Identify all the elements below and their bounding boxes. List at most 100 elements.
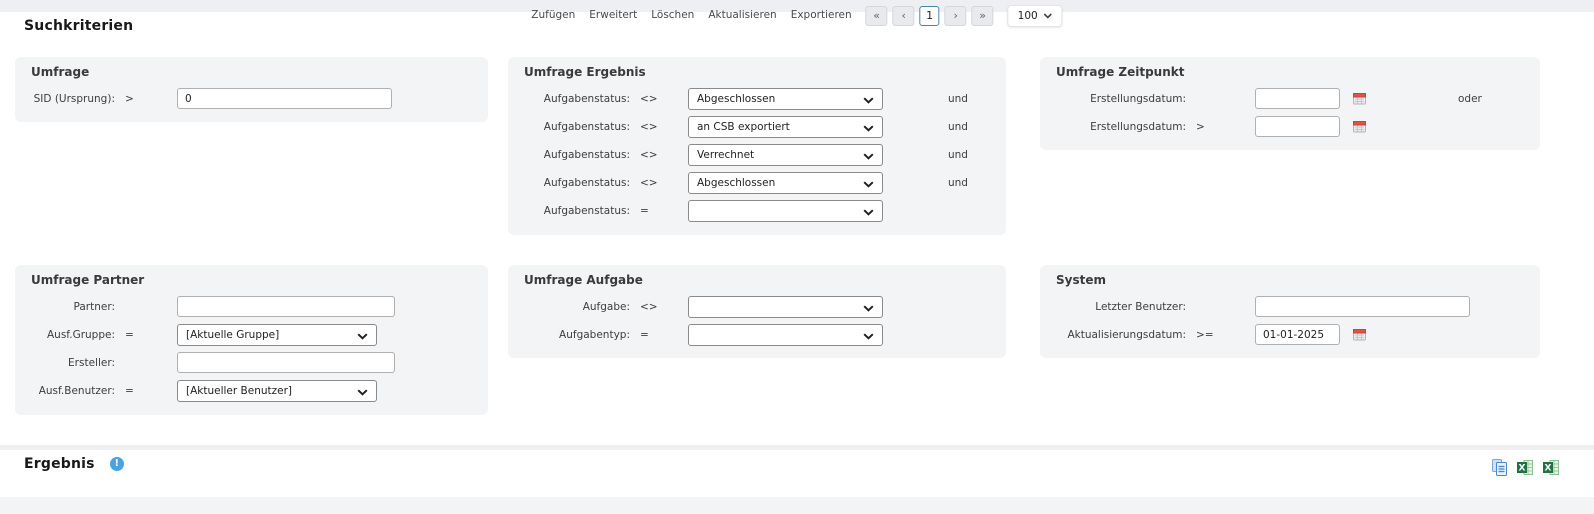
aufgabenstatus-select-2[interactable]: an CSB exportiert (688, 116, 883, 138)
filter-row: Erstellungsdatum: oder (1056, 88, 1524, 109)
panel-umfrage: Umfrage SID (Ursprung): > (15, 57, 488, 122)
svg-text:X: X (1545, 464, 1552, 474)
pager-toolbar-item[interactable]: Zufügen (531, 9, 575, 21)
chevron-down-icon (863, 153, 874, 160)
search-section-title: Suchkriterien (24, 18, 133, 34)
page-size-value: 100 (1018, 10, 1038, 22)
selected-value: Abgeschlossen (697, 177, 775, 189)
conjunction-label: und (948, 93, 968, 105)
pager-buttons: « ‹ 1 › » (866, 5, 994, 26)
filter-row: Aufgabenstatus: <> Abgeschlossen und (524, 172, 990, 193)
pager-toolbar-item[interactable]: Aktualisieren (708, 9, 776, 21)
excel-export-icon[interactable]: X (1517, 460, 1533, 475)
aufgabenstatus-label: Aufgabenstatus: (524, 121, 630, 133)
panel-umfrage-partner: Umfrage Partner Partner: Ausf.Gruppe: = … (15, 265, 488, 415)
result-actions: X X (1492, 459, 1559, 476)
page-size-select[interactable]: 100 (1008, 5, 1063, 27)
conjunction-label: und (948, 121, 968, 133)
aufgabenstatus-label: Aufgabenstatus: (524, 177, 630, 189)
next-page-button[interactable]: › (945, 6, 967, 26)
partner-input[interactable] (177, 296, 395, 317)
filter-row: Aufgabenstatus: <> an CSB exportiert und (524, 116, 990, 137)
info-icon[interactable]: ! (110, 457, 124, 471)
filter-row: Aufgabentyp: = (524, 324, 990, 345)
result-footer-band (0, 497, 1594, 514)
pager-toolbar-item[interactable]: Löschen (651, 9, 694, 21)
filter-row: Aufgabe: <> (524, 296, 990, 317)
ausf-gruppe-label: Ausf.Gruppe: (31, 329, 115, 341)
aufgabenstatus-select-4[interactable]: Abgeschlossen (688, 172, 883, 194)
filter-row: Erstellungsdatum: > (1056, 116, 1524, 137)
filter-row: Letzter Benutzer: (1056, 296, 1524, 317)
pager-toolbar-item[interactable]: Exportieren (791, 9, 852, 21)
current-page-input[interactable]: 1 (920, 6, 940, 26)
erstellungsdatum-label: Erstellungsdatum: (1056, 121, 1186, 133)
ausf-benutzer-select[interactable]: [Aktueller Benutzer] (177, 380, 377, 402)
selected-value: Abgeschlossen (697, 93, 775, 105)
panel-umfrage-partner-title: Umfrage Partner (31, 273, 472, 287)
last-page-button[interactable]: » (972, 6, 994, 26)
letzter-benutzer-label: Letzter Benutzer: (1056, 301, 1186, 313)
result-card (0, 450, 1594, 497)
aufgabenstatus-select-5[interactable] (688, 200, 883, 222)
aufgabenstatus-operator: <> (630, 177, 688, 189)
chevron-down-icon (863, 209, 874, 216)
panel-system-title: System (1056, 273, 1524, 287)
result-section-title: Ergebnis (24, 456, 95, 472)
chevron-down-icon (1044, 13, 1053, 19)
conjunction-label: oder (1458, 93, 1482, 105)
aktualisierungsdatum-operator: >= (1186, 329, 1255, 341)
erstellungsdatum-operator: > (1186, 121, 1255, 133)
sid-ursprung-label: SID (Ursprung): (31, 93, 115, 105)
calendar-icon[interactable] (1353, 92, 1366, 105)
filter-row: Aufgabenstatus: <> Verrechnet und (524, 144, 990, 165)
aufgabentyp-label: Aufgabentyp: (524, 329, 630, 341)
panel-umfrage-aufgabe: Umfrage Aufgabe Aufgabe: <> Aufgabentyp:… (508, 265, 1006, 358)
chevron-down-icon (863, 125, 874, 132)
chevron-down-icon (863, 181, 874, 188)
panel-umfrage-zeitpunkt: Umfrage Zeitpunkt Erstellungsdatum: oder… (1040, 57, 1540, 150)
calendar-icon[interactable] (1353, 120, 1366, 133)
filter-row: Ersteller: (31, 352, 472, 373)
sid-ursprung-operator: > (115, 93, 177, 105)
pager-toolbar-item[interactable]: Erweitert (589, 9, 637, 21)
ersteller-label: Ersteller: (31, 357, 115, 369)
aufgabenstatus-select-1[interactable]: Abgeschlossen (688, 88, 883, 110)
aktualisierungsdatum-input[interactable] (1255, 324, 1340, 345)
partner-label: Partner: (31, 301, 115, 313)
filter-row: SID (Ursprung): > (31, 88, 472, 109)
selected-value: Verrechnet (697, 149, 754, 161)
aufgabentyp-operator: = (630, 329, 688, 341)
app-screen: Suchkriterien Umfrage SID (Ursprung): > … (0, 0, 1594, 514)
panel-umfrage-zeitpunkt-title: Umfrage Zeitpunkt (1056, 65, 1524, 79)
aufgabenstatus-select-3[interactable]: Verrechnet (688, 144, 883, 166)
panel-umfrage-ergebnis-title: Umfrage Ergebnis (524, 65, 990, 79)
filter-row: Aufgabenstatus: <> Abgeschlossen und (524, 88, 990, 109)
ersteller-input[interactable] (177, 352, 395, 373)
aktualisierungsdatum-label: Aktualisierungsdatum: (1056, 329, 1186, 341)
ausf-benutzer-label: Ausf.Benutzer: (31, 385, 115, 397)
copy-documents-icon[interactable] (1492, 459, 1507, 476)
aufgabenstatus-label: Aufgabenstatus: (524, 149, 630, 161)
erstellungsdatum-input-1[interactable] (1255, 88, 1340, 109)
filter-row: Aktualisierungsdatum: >= (1056, 324, 1524, 345)
erstellungsdatum-label: Erstellungsdatum: (1056, 93, 1186, 105)
filter-row: Partner: (31, 296, 472, 317)
ausf-gruppe-select[interactable]: [Aktuelle Gruppe] (177, 324, 377, 346)
excel-export-icon[interactable]: X (1543, 460, 1559, 475)
filter-row: Ausf.Gruppe: = [Aktuelle Gruppe] (31, 324, 472, 345)
sid-ursprung-input[interactable] (177, 88, 392, 109)
filter-row: Aufgabenstatus: = (524, 200, 990, 221)
calendar-icon[interactable] (1353, 328, 1366, 341)
chevron-down-icon (863, 305, 874, 312)
chevron-down-icon (357, 333, 368, 340)
letzter-benutzer-input[interactable] (1255, 296, 1470, 317)
selected-value: an CSB exportiert (697, 121, 790, 133)
aufgabe-operator: <> (630, 301, 688, 313)
aufgabenstatus-operator: = (630, 205, 688, 217)
aufgabe-select[interactable] (688, 296, 883, 318)
aufgabentyp-select[interactable] (688, 324, 883, 346)
first-page-button[interactable]: « (866, 6, 888, 26)
erstellungsdatum-input-2[interactable] (1255, 116, 1340, 137)
previous-page-button[interactable]: ‹ (893, 6, 915, 26)
